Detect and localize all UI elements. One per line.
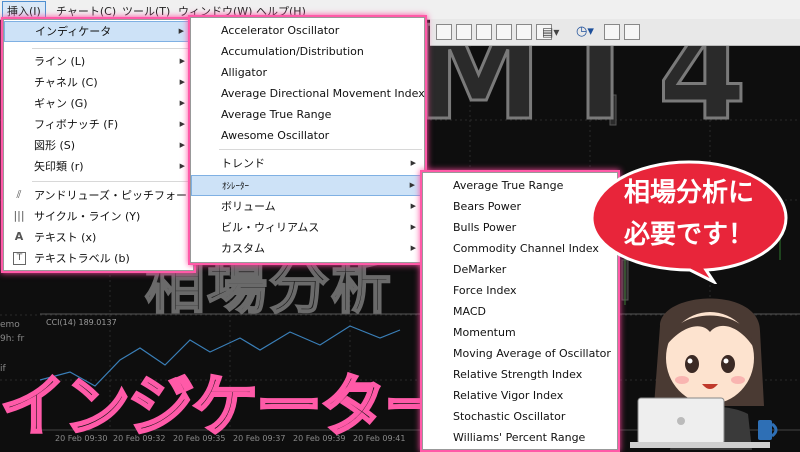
oscillator-item[interactable]: MACD xyxy=(423,301,617,322)
oscillator-item[interactable]: Momentum xyxy=(423,322,617,343)
menu-item-pitchfork[interactable]: ⫽ アンドリューズ・ピッチフォーク (A) xyxy=(4,185,218,206)
toolbar-button[interactable] xyxy=(476,24,492,40)
indicator-category-custom[interactable]: カスタム ▶ xyxy=(191,238,424,259)
toolbar-button[interactable] xyxy=(516,24,532,40)
chevron-right-icon: ▶ xyxy=(179,162,185,170)
pitchfork-icon: ⫽ xyxy=(16,188,22,201)
indicators-submenu: Accelerator Oscillator Accumulation/Dist… xyxy=(190,17,425,263)
indicator-category-bill-williams[interactable]: ビル・ウィリアムス ▶ xyxy=(191,217,424,238)
indicator-category-volume[interactable]: ボリューム ▶ xyxy=(191,196,424,217)
indicator-category-oscillators[interactable]: ｵｼﾚｰﾀｰ ▶ xyxy=(191,175,424,196)
oscillator-item[interactable]: Stochastic Oscillator xyxy=(423,406,617,427)
bubble-line-1: 相場分析に xyxy=(623,178,754,208)
character-illustration xyxy=(630,298,778,450)
menu-item-gann[interactable]: ギャン (G) ▶ xyxy=(4,93,193,114)
toolbar-button[interactable] xyxy=(624,24,640,40)
menu-item-fibonacci[interactable]: フィボナッチ (F) ▶ xyxy=(4,114,193,135)
time-label: 20 Feb 09:37 xyxy=(233,434,286,443)
toolbar-button[interactable] xyxy=(456,24,472,40)
menu-separator xyxy=(32,181,191,182)
chevron-right-icon: ▶ xyxy=(179,78,185,86)
menu-separator xyxy=(32,48,191,49)
oscillator-item[interactable]: Relative Strength Index xyxy=(423,364,617,385)
chevron-right-icon: ▶ xyxy=(410,202,416,210)
chevron-right-icon: ▶ xyxy=(179,141,185,149)
menu-separator xyxy=(219,149,422,150)
chevron-right-icon: ▶ xyxy=(410,223,416,231)
menu-item-text-label[interactable]: T テキストラベル (b) xyxy=(4,248,193,269)
menu-item-indicators[interactable]: インディケータ ▶ xyxy=(4,21,193,42)
template-icon[interactable]: ▤▾ xyxy=(542,25,559,39)
menu-tools[interactable]: ツール(T) xyxy=(122,3,170,19)
chevron-right-icon: ▶ xyxy=(409,181,415,189)
toolbar: ▤▾ ◷▾ xyxy=(430,19,800,46)
text-icon: A xyxy=(14,230,24,243)
chevron-right-icon: ▶ xyxy=(179,99,185,107)
menu-item-text[interactable]: A テキスト (x) xyxy=(4,227,193,248)
cycle-lines-icon: ||| xyxy=(13,209,25,222)
indicator-item[interactable]: Average Directional Movement Index xyxy=(191,83,425,104)
text-label-icon: T xyxy=(13,252,26,265)
left-panel-fragment: emo xyxy=(0,320,20,330)
oscillator-item[interactable]: Relative Vigor Index xyxy=(423,385,617,406)
chevron-right-icon: ▶ xyxy=(410,159,416,167)
left-panel-fragment: if xyxy=(0,364,6,374)
indicator-item[interactable]: Accelerator Oscillator xyxy=(191,20,424,41)
menu-item-lines[interactable]: ライン (L) ▶ xyxy=(4,51,193,72)
chevron-right-icon: ▶ xyxy=(178,27,184,35)
menu-item-channels[interactable]: チャネル (C) ▶ xyxy=(4,72,193,93)
time-axis: 20 Feb 09:30 20 Feb 09:32 20 Feb 09:35 2… xyxy=(55,434,455,448)
menu-item-arrows[interactable]: 矢印類 (r) ▶ xyxy=(4,156,193,177)
chevron-right-icon: ▶ xyxy=(410,244,416,252)
toolbar-button[interactable] xyxy=(496,24,512,40)
toolbar-button[interactable] xyxy=(436,24,452,40)
menu-item-shapes[interactable]: 図形 (S) ▶ xyxy=(4,135,193,156)
indicator-item[interactable]: Awesome Oscillator xyxy=(191,125,424,146)
time-label: 20 Feb 09:30 xyxy=(55,434,108,443)
menu-item-cycle-lines[interactable]: ||| サイクル・ライン (Y) xyxy=(4,206,193,227)
chevron-right-icon: ▶ xyxy=(179,57,185,65)
indicator-item[interactable]: Accumulation/Distribution xyxy=(191,41,424,62)
cci-label: CCI(14) 189.0137 xyxy=(46,318,117,327)
clock-icon[interactable]: ◷▾ xyxy=(576,24,594,39)
oscillator-item[interactable]: Moving Average of Oscillator xyxy=(423,343,617,364)
menu-insert[interactable]: 挿入(I) xyxy=(2,1,46,21)
time-label: 20 Feb 09:35 xyxy=(173,434,226,443)
time-label: 20 Feb 09:39 xyxy=(293,434,346,443)
indicator-category-trend[interactable]: トレンド ▶ xyxy=(191,153,424,174)
time-label: 20 Feb 09:32 xyxy=(113,434,166,443)
indicator-item[interactable]: Average True Range xyxy=(191,104,424,125)
oscillator-item[interactable]: Williams' Percent Range xyxy=(423,427,617,448)
bubble-line-2: 必要です！ xyxy=(623,220,754,250)
insert-menu: インディケータ ▶ ライン (L) ▶ チャネル (C) ▶ ギャン (G) ▶… xyxy=(3,19,218,271)
chevron-right-icon: ▶ xyxy=(179,120,185,128)
toolbar-button[interactable] xyxy=(604,24,620,40)
menu-chart[interactable]: チャート(C) xyxy=(56,3,116,19)
indicator-item[interactable]: Alligator xyxy=(191,62,424,83)
time-label: 20 Feb 09:41 xyxy=(353,434,406,443)
left-panel-fragment: 9h: fr xyxy=(0,334,25,344)
